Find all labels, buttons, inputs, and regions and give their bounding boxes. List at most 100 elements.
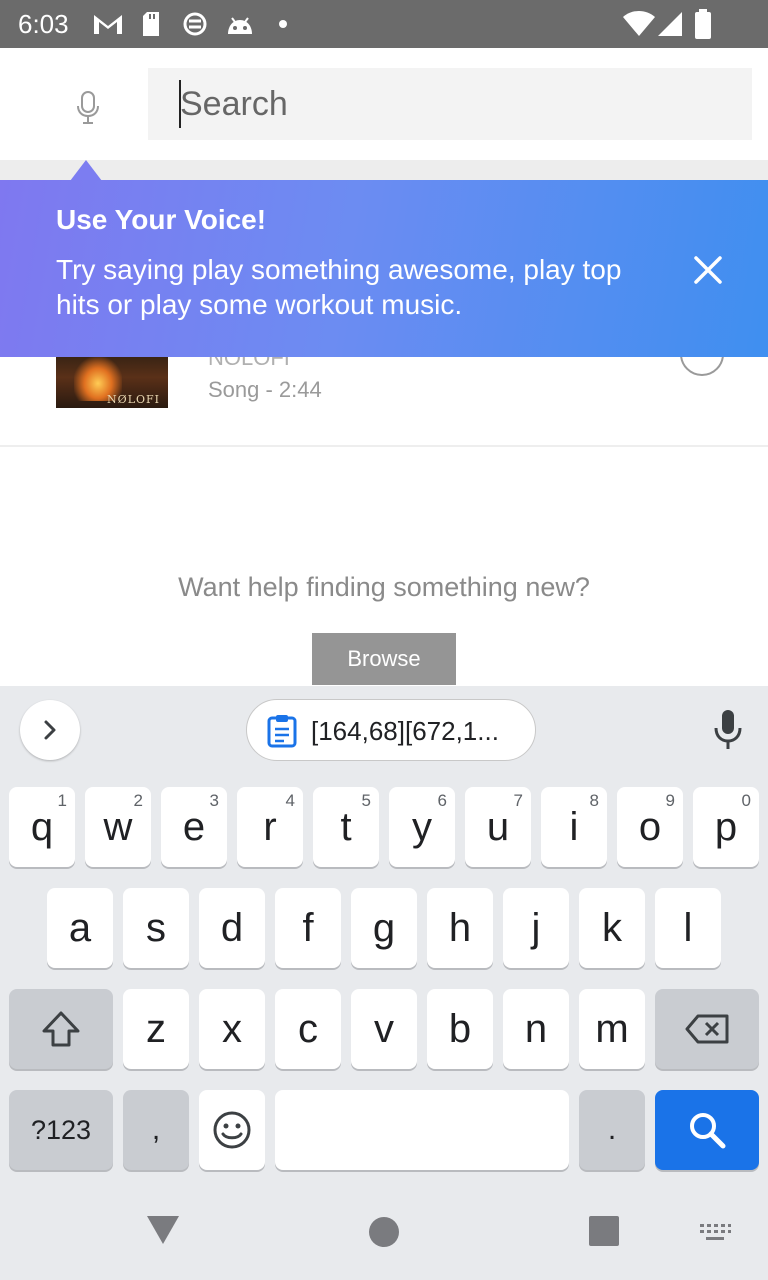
key-hint: 4	[285, 791, 295, 810]
gmail-icon	[92, 10, 124, 38]
backspace-key[interactable]	[655, 989, 759, 1069]
emoji-icon	[213, 1111, 251, 1149]
key-x[interactable]: x	[199, 989, 265, 1069]
song-meta: Song - 2:44	[208, 377, 322, 402]
key-label: o	[638, 804, 662, 849]
play-button[interactable]	[680, 357, 724, 376]
space-key[interactable]	[275, 1090, 569, 1170]
key-o[interactable]: o9	[617, 787, 683, 867]
key-h[interactable]: h	[427, 888, 493, 968]
key-v[interactable]: v	[351, 989, 417, 1069]
back-nav-icon[interactable]	[145, 1214, 181, 1246]
key-label: b	[448, 1006, 472, 1051]
key-label: d	[220, 905, 244, 950]
key-label: q	[30, 804, 54, 849]
key-e[interactable]: e3	[161, 787, 227, 867]
tooltip-arrow	[70, 160, 102, 181]
tooltip-close-button[interactable]	[688, 250, 728, 290]
key-label: l	[683, 905, 693, 950]
key-r[interactable]: r4	[237, 787, 303, 867]
search-action-key[interactable]	[655, 1090, 759, 1170]
key-m[interactable]: m	[579, 989, 645, 1069]
key-q[interactable]: q1	[9, 787, 75, 867]
clipboard-text: [164,68][672,1...	[311, 716, 499, 746]
key-label: h	[448, 905, 472, 950]
key-d[interactable]: d	[199, 888, 265, 968]
tooltip-title: Use Your Voice!	[56, 204, 267, 235]
microphone-icon	[77, 91, 99, 124]
key-t[interactable]: t5	[313, 787, 379, 867]
key-f[interactable]: f	[275, 888, 341, 968]
clipboard-icon	[267, 715, 297, 748]
home-nav-icon[interactable]	[368, 1216, 400, 1248]
comma-key[interactable]: ,	[123, 1090, 189, 1170]
emoji-key[interactable]	[199, 1090, 265, 1170]
key-label: p	[714, 804, 738, 849]
album-art-label: NØLOFI	[107, 393, 160, 406]
dot-icon	[278, 10, 288, 38]
key-n[interactable]: n	[503, 989, 569, 1069]
vpn-icon	[182, 10, 208, 38]
close-icon	[694, 256, 722, 284]
key-hint: 9	[665, 791, 675, 810]
key-hint: 7	[513, 791, 523, 810]
key-l[interactable]: l	[655, 888, 721, 968]
keyboard-voice-button[interactable]	[706, 706, 750, 754]
clipboard-suggestion-chip[interactable]: [164,68][672,1...	[246, 699, 536, 761]
key-label: k	[602, 905, 622, 950]
key-i[interactable]: i8	[541, 787, 607, 867]
key-s[interactable]: s	[123, 888, 189, 968]
key-label: y	[412, 804, 432, 849]
song-result-row[interactable]: NØLOFI NOLOFI Song - 2:44	[0, 357, 768, 447]
key-label: v	[374, 1006, 394, 1051]
symbols-key[interactable]: ?123	[9, 1090, 113, 1170]
key-hint: 1	[57, 791, 67, 810]
keyboard-expand-button[interactable]	[20, 700, 80, 760]
key-j[interactable]: j	[503, 888, 569, 968]
content-divider	[0, 160, 768, 182]
battery-icon	[694, 9, 712, 39]
key-label: t	[340, 804, 352, 849]
key-label: e	[182, 804, 206, 849]
key-k[interactable]: k	[579, 888, 645, 968]
key-label: c	[298, 1006, 318, 1051]
key-label: n	[524, 1006, 548, 1051]
key-hint: 6	[437, 791, 447, 810]
key-label: s	[146, 905, 166, 950]
key-label: x	[222, 1006, 242, 1051]
key-label: j	[531, 905, 541, 950]
search-icon	[690, 1113, 726, 1149]
key-g[interactable]: g	[351, 888, 417, 968]
key-c[interactable]: c	[275, 989, 341, 1069]
key-label: u	[486, 804, 510, 849]
status-bar: 6:03	[0, 0, 768, 48]
key-a[interactable]: a	[47, 888, 113, 968]
chevron-right-icon	[44, 720, 56, 740]
key-b[interactable]: b	[427, 989, 493, 1069]
key-y[interactable]: y6	[389, 787, 455, 867]
shift-icon	[42, 1011, 80, 1047]
shift-key[interactable]	[9, 989, 113, 1069]
voice-search-button[interactable]	[60, 80, 116, 136]
key-w[interactable]: w2	[85, 787, 151, 867]
key-p[interactable]: p0	[693, 787, 759, 867]
help-text: Want help finding something new?	[178, 572, 590, 602]
android-icon	[224, 10, 256, 38]
key-label: r	[263, 804, 277, 849]
keyboard-switch-icon[interactable]	[698, 1222, 732, 1244]
search-input[interactable]	[180, 68, 740, 140]
search-box[interactable]	[148, 68, 752, 140]
search-header	[0, 48, 768, 160]
key-label: m	[595, 1006, 629, 1051]
key-u[interactable]: u7	[465, 787, 531, 867]
key-z[interactable]: z	[123, 989, 189, 1069]
recents-nav-icon[interactable]	[589, 1216, 619, 1246]
key-label: g	[372, 905, 396, 950]
key-label: w	[103, 804, 133, 849]
browse-button[interactable]: Browse	[312, 633, 456, 685]
period-key[interactable]: .	[579, 1090, 645, 1170]
key-label: z	[146, 1006, 166, 1051]
signal-icon	[656, 10, 684, 38]
key-label: a	[68, 905, 92, 950]
key-label: f	[302, 905, 314, 950]
